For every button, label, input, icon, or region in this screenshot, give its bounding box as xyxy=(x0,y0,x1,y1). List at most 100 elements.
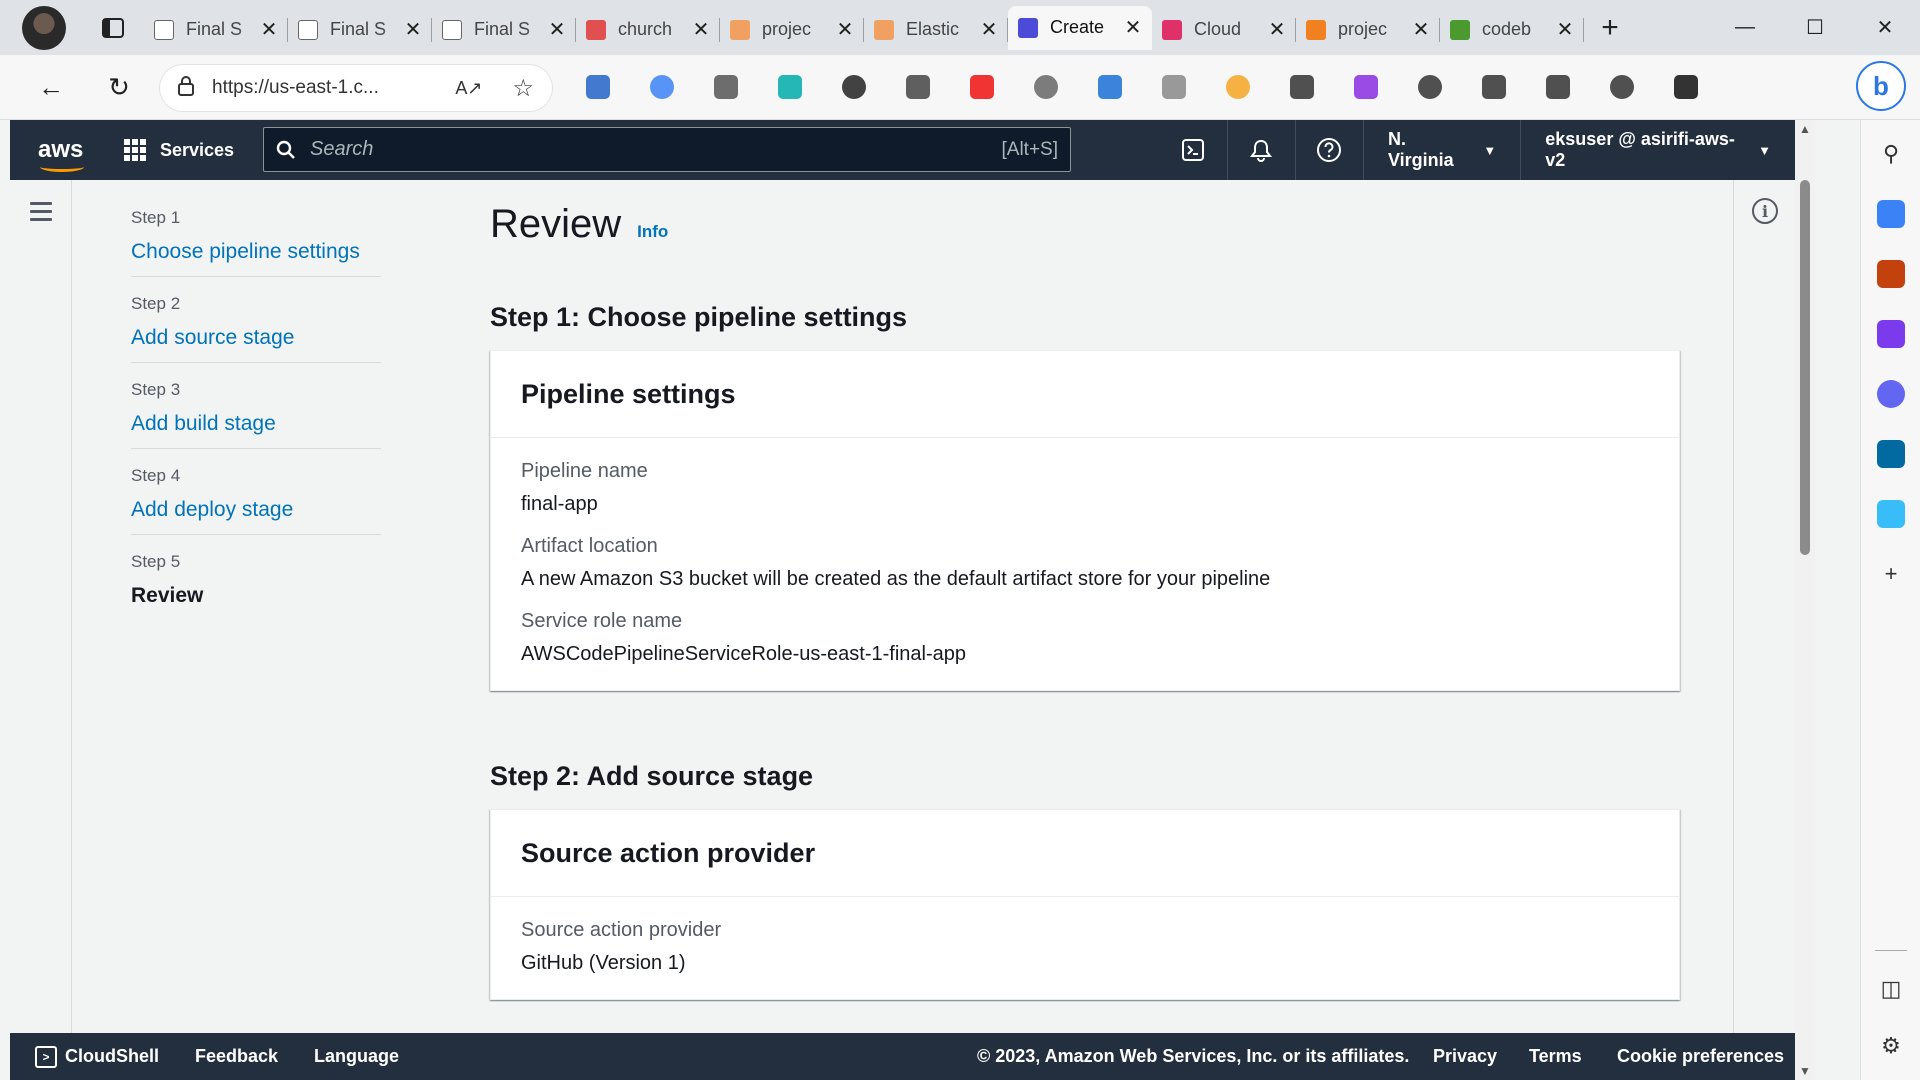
close-tab-icon[interactable]: ✕ xyxy=(980,17,998,42)
language-link[interactable]: Language xyxy=(314,1046,399,1067)
extension-icon[interactable] xyxy=(1154,67,1194,107)
account-menu[interactable]: eksuser @ asirifi-aws-v2 ▼ xyxy=(1521,120,1795,180)
close-tab-icon[interactable]: ✕ xyxy=(1556,17,1574,42)
close-tab-icon[interactable]: ✕ xyxy=(404,17,422,42)
extension-icon[interactable] xyxy=(898,67,938,107)
maximize-icon[interactable]: ☐ xyxy=(1780,0,1850,55)
services-menu[interactable]: Services xyxy=(124,139,234,161)
browser-tab[interactable]: church ✕ xyxy=(576,10,720,50)
browser-tab[interactable]: Cloud ✕ xyxy=(1152,10,1296,50)
info-link[interactable]: Info xyxy=(637,222,668,242)
aws-footer: > CloudShell Feedback Language © 2023, A… xyxy=(10,1033,1795,1080)
tab-title: projec xyxy=(762,19,812,39)
tab-actions-icon[interactable] xyxy=(96,11,130,45)
sidebar-office-icon[interactable] xyxy=(1877,380,1905,408)
extension-icon[interactable] xyxy=(1026,67,1066,107)
step-link[interactable]: Add deploy stage xyxy=(131,498,381,522)
page-scrollbar[interactable]: ▲ ▼ xyxy=(1795,120,1815,1080)
cookie-preferences-link[interactable]: Cookie preferences xyxy=(1617,1046,1784,1067)
sidebar-tools-icon[interactable] xyxy=(1877,260,1905,288)
read-aloud-icon[interactable]: A↗ xyxy=(455,78,482,99)
favorite-star-icon[interactable]: ☆ xyxy=(512,74,534,103)
extension-icon[interactable] xyxy=(1410,67,1450,107)
browser-tab[interactable]: projec ✕ xyxy=(720,10,864,50)
aws-logo[interactable]: aws xyxy=(38,138,90,172)
sidebar-send-icon[interactable] xyxy=(1877,500,1905,528)
sidebar-games-icon[interactable] xyxy=(1877,320,1905,348)
extension-glyph xyxy=(1290,75,1314,99)
extension-icon[interactable] xyxy=(1090,67,1130,107)
close-tab-icon[interactable]: ✕ xyxy=(1124,15,1142,40)
step-link[interactable]: Choose pipeline settings xyxy=(131,240,381,264)
tab-title: Final S xyxy=(186,19,243,39)
terms-link[interactable]: Terms xyxy=(1529,1046,1582,1067)
cloudshell-button[interactable]: > CloudShell xyxy=(35,1045,159,1068)
extension-icon[interactable] xyxy=(578,67,618,107)
step-link[interactable]: Add source stage xyxy=(131,326,381,350)
close-tab-icon[interactable]: ✕ xyxy=(692,17,710,42)
terminal-icon: > xyxy=(35,1045,57,1068)
hamburger-menu-icon[interactable] xyxy=(30,202,52,226)
pipeline-settings-panel: Pipeline settings Pipeline name final-app… xyxy=(490,350,1680,691)
extension-icon[interactable] xyxy=(1346,67,1386,107)
notifications-bell-icon[interactable] xyxy=(1228,120,1296,180)
step-link[interactable]: Add build stage xyxy=(131,412,381,436)
extension-icon[interactable] xyxy=(962,67,1002,107)
scrollbar-thumb[interactable] xyxy=(1800,180,1810,555)
refresh-icon[interactable]: ↻ xyxy=(98,66,140,108)
back-icon[interactable]: ← xyxy=(30,66,72,108)
privacy-link[interactable]: Privacy xyxy=(1433,1046,1497,1067)
field-label: Service role name xyxy=(521,610,683,632)
extension-icon[interactable] xyxy=(834,67,874,107)
new-tab-button[interactable]: + xyxy=(1590,8,1630,48)
sidebar-toggle-icon[interactable]: ◫ xyxy=(1877,975,1905,1003)
address-bar[interactable]: https://us-east-1.c... A↗ ☆ xyxy=(160,65,552,111)
help-icon[interactable] xyxy=(1296,120,1364,180)
close-tab-icon[interactable]: ✕ xyxy=(1412,17,1430,42)
extension-glyph xyxy=(650,75,674,99)
cloudshell-icon[interactable] xyxy=(1160,120,1228,180)
profile-avatar[interactable] xyxy=(22,5,66,50)
close-tab-icon[interactable]: ✕ xyxy=(548,17,566,42)
info-panel-icon[interactable]: i xyxy=(1752,198,1778,224)
lock-icon[interactable] xyxy=(178,75,194,101)
browser-tab[interactable]: codeb ✕ xyxy=(1440,10,1584,50)
extension-icon[interactable] xyxy=(1218,67,1258,107)
browser-tab[interactable]: Elastic ✕ xyxy=(864,10,1008,50)
extension-icon[interactable] xyxy=(706,67,746,107)
extension-icon[interactable] xyxy=(1538,67,1578,107)
window-controls: — ☐ ✕ xyxy=(1710,0,1920,55)
minimize-icon[interactable]: — xyxy=(1710,0,1780,55)
sidebar-search-icon[interactable]: ⚲ xyxy=(1877,140,1905,168)
region-selector[interactable]: N. Virginia ▼ xyxy=(1364,120,1522,180)
extension-glyph xyxy=(1674,75,1698,99)
extension-glyph xyxy=(1226,75,1250,99)
browser-tab[interactable]: Create ✕ xyxy=(1008,5,1152,50)
browser-tab[interactable]: Final S ✕ xyxy=(288,10,432,50)
scroll-up-icon[interactable]: ▲ xyxy=(1799,122,1811,136)
scroll-down-icon[interactable]: ▼ xyxy=(1799,1064,1811,1078)
close-window-icon[interactable]: ✕ xyxy=(1850,0,1920,55)
extension-icon[interactable] xyxy=(1602,67,1642,107)
extension-icon[interactable] xyxy=(1282,67,1322,107)
browser-tab[interactable]: projec ✕ xyxy=(1296,10,1440,50)
search-input[interactable] xyxy=(310,138,1002,161)
extension-icon[interactable] xyxy=(770,67,810,107)
feedback-link[interactable]: Feedback xyxy=(195,1046,278,1067)
sidebar-shopping-icon[interactable] xyxy=(1877,200,1905,228)
extension-icon[interactable] xyxy=(1666,67,1706,107)
url-text[interactable]: https://us-east-1.c... xyxy=(212,77,455,99)
browser-tab[interactable]: Final S ✕ xyxy=(432,10,576,50)
bing-chat-icon[interactable]: b xyxy=(1856,61,1906,111)
step-number: Step 4 xyxy=(131,466,181,485)
aws-search-box[interactable]: [Alt+S] xyxy=(263,127,1071,172)
close-tab-icon[interactable]: ✕ xyxy=(836,17,854,42)
sidebar-add-icon[interactable]: + xyxy=(1877,560,1905,588)
browser-tab[interactable]: Final S ✕ xyxy=(144,10,288,50)
sidebar-settings-icon[interactable]: ⚙ xyxy=(1877,1032,1905,1060)
extension-icon[interactable] xyxy=(1474,67,1514,107)
close-tab-icon[interactable]: ✕ xyxy=(1268,17,1286,42)
sidebar-outlook-icon[interactable] xyxy=(1877,440,1905,468)
extension-icon[interactable] xyxy=(642,67,682,107)
close-tab-icon[interactable]: ✕ xyxy=(260,17,278,42)
